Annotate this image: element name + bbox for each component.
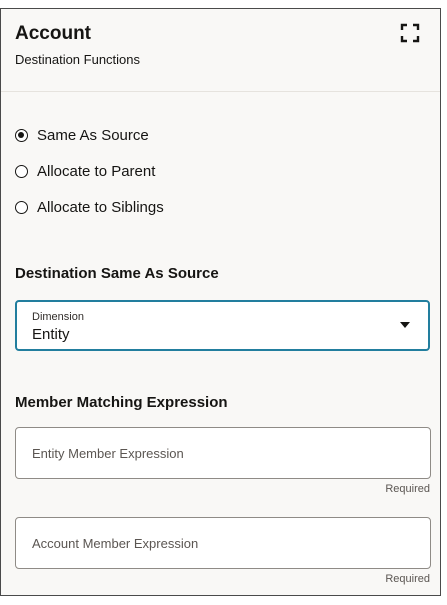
panel-subtitle: Destination Functions bbox=[15, 52, 141, 67]
panel-header: Account Destination Functions bbox=[1, 9, 440, 92]
radio-button[interactable] bbox=[15, 201, 28, 214]
radio-label: Allocate to Siblings bbox=[37, 199, 164, 216]
radio-allocate-to-parent[interactable]: Allocate to Parent bbox=[15, 163, 155, 180]
entity-member-expression-field[interactable] bbox=[15, 427, 431, 479]
panel-title: Account bbox=[15, 23, 91, 44]
dimension-value: Entity bbox=[32, 326, 70, 343]
radio-button[interactable] bbox=[15, 165, 28, 178]
expand-button[interactable] bbox=[400, 23, 420, 43]
dimension-select[interactable]: Dimension Entity bbox=[15, 300, 430, 351]
radio-allocate-to-siblings[interactable]: Allocate to Siblings bbox=[15, 199, 164, 216]
radio-same-as-source[interactable]: Same As Source bbox=[15, 127, 149, 144]
chevron-down-icon[interactable] bbox=[400, 322, 410, 328]
expand-icon bbox=[400, 23, 420, 43]
entity-field-required-hint: Required bbox=[385, 483, 430, 495]
radio-label: Allocate to Parent bbox=[37, 163, 156, 180]
account-member-expression-field[interactable] bbox=[15, 517, 431, 569]
radio-button-checked[interactable] bbox=[15, 129, 28, 142]
radio-label: Same As Source bbox=[37, 127, 149, 144]
account-field-required-hint: Required bbox=[385, 573, 430, 585]
destination-functions-panel: Account Destination Functions Same As So… bbox=[0, 8, 441, 596]
section-heading-same-as-source: Destination Same As Source bbox=[15, 265, 219, 282]
section-heading-member-matching: Member Matching Expression bbox=[15, 394, 228, 411]
dimension-caption: Dimension bbox=[32, 311, 84, 323]
